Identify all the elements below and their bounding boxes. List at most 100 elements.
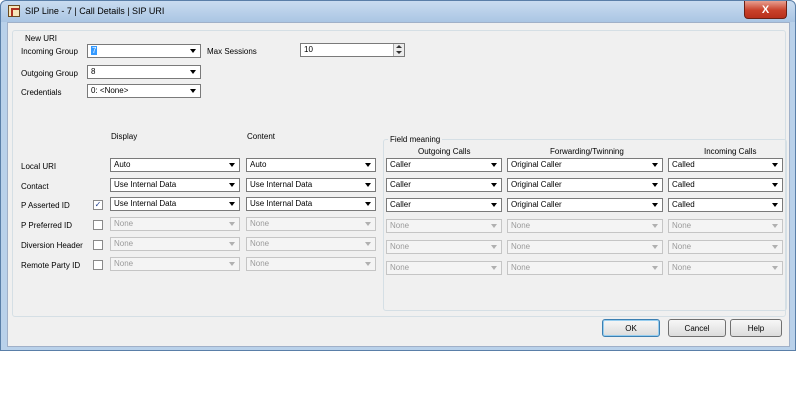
- local-uri-forwarding-select[interactable]: Original Caller: [507, 158, 663, 172]
- diversion-header-forwarding-select[interactable]: None: [507, 240, 663, 254]
- select-value: None: [250, 239, 270, 248]
- p-asserted-id-forwarding-select[interactable]: Original Caller: [507, 198, 663, 212]
- chevron-down-icon: [772, 224, 778, 228]
- select-value: Caller: [390, 180, 411, 189]
- select-value: None: [250, 259, 270, 268]
- select-value: Caller: [390, 160, 411, 169]
- select-value: Called: [672, 180, 695, 189]
- help-button-label: Help: [747, 323, 765, 333]
- p-preferred-id-forwarding-select[interactable]: None: [507, 219, 663, 233]
- remote-party-id-incoming-select[interactable]: None: [668, 261, 783, 275]
- select-value: None: [390, 263, 410, 272]
- contact-forwarding-select[interactable]: Original Caller: [507, 178, 663, 192]
- chevron-down-icon: [772, 203, 778, 207]
- p-asserted-id-incoming-select[interactable]: Called: [668, 198, 783, 212]
- chevron-down-icon: [652, 203, 658, 207]
- row-label-local-uri: Local URI: [21, 162, 57, 171]
- local-uri-display-select[interactable]: Auto: [110, 158, 240, 172]
- outgoing-group-label: Outgoing Group: [21, 69, 78, 78]
- contact-outgoing-select[interactable]: Caller: [386, 178, 502, 192]
- chevron-down-icon: [229, 183, 235, 187]
- p-preferred-id-checkbox[interactable]: [93, 220, 103, 230]
- chevron-down-icon: [491, 224, 497, 228]
- select-value: Use Internal Data: [114, 180, 177, 189]
- select-value: Original Caller: [511, 180, 562, 189]
- p-asserted-id-content-select[interactable]: Use Internal Data: [246, 197, 376, 211]
- new-uri-legend: New URI: [23, 34, 60, 43]
- ok-button-label: OK: [625, 323, 637, 333]
- chevron-down-icon: [365, 183, 371, 187]
- remote-party-id-display-select[interactable]: None: [110, 257, 240, 271]
- max-sessions-label: Max Sessions: [207, 47, 257, 56]
- select-value: Original Caller: [511, 160, 562, 169]
- contact-incoming-select[interactable]: Called: [668, 178, 783, 192]
- cancel-button[interactable]: Cancel: [668, 319, 726, 337]
- remote-party-id-content-select[interactable]: None: [246, 257, 376, 271]
- outgoing-group-value: 8: [91, 67, 96, 76]
- chevron-down-icon: [652, 266, 658, 270]
- p-preferred-id-content-select[interactable]: None: [246, 217, 376, 231]
- p-asserted-id-outgoing-select[interactable]: Caller: [386, 198, 502, 212]
- title-bar[interactable]: SIP Line - 7 | Call Details | SIP URI X: [1, 1, 795, 22]
- select-value: None: [672, 263, 692, 272]
- close-icon: X: [761, 3, 770, 16]
- spin-up-icon[interactable]: [396, 45, 402, 48]
- incoming-group-select[interactable]: 7: [87, 44, 201, 58]
- outgoing-calls-header: Outgoing Calls: [418, 147, 471, 156]
- p-asserted-id-display-select[interactable]: Use Internal Data: [110, 197, 240, 211]
- chevron-down-icon: [190, 70, 196, 74]
- diversion-header-checkbox[interactable]: [93, 240, 103, 250]
- outgoing-group-select[interactable]: 8: [87, 65, 201, 79]
- local-uri-outgoing-select[interactable]: Caller: [386, 158, 502, 172]
- diversion-header-incoming-select[interactable]: None: [668, 240, 783, 254]
- chevron-down-icon: [229, 202, 235, 206]
- select-value: None: [114, 219, 134, 228]
- contact-content-select[interactable]: Use Internal Data: [246, 178, 376, 192]
- select-value: None: [672, 221, 692, 230]
- select-value: None: [114, 259, 134, 268]
- spin-buttons[interactable]: [393, 44, 404, 56]
- help-button[interactable]: Help: [730, 319, 782, 337]
- chevron-down-icon: [652, 245, 658, 249]
- remote-party-id-forwarding-select[interactable]: None: [507, 261, 663, 275]
- remote-party-id-checkbox[interactable]: [93, 260, 103, 270]
- chevron-down-icon: [652, 224, 658, 228]
- p-preferred-id-incoming-select[interactable]: None: [668, 219, 783, 233]
- p-asserted-id-checkbox[interactable]: ✓: [93, 200, 103, 210]
- p-preferred-id-outgoing-select[interactable]: None: [386, 219, 502, 233]
- display-header: Display: [111, 132, 138, 141]
- max-sessions-stepper[interactable]: 10: [300, 43, 405, 57]
- select-value: Called: [672, 160, 695, 169]
- spin-down-icon[interactable]: [396, 51, 402, 54]
- select-value: None: [390, 242, 410, 251]
- close-button[interactable]: X: [744, 1, 787, 19]
- credentials-select[interactable]: 0: <None>: [87, 84, 201, 98]
- diversion-header-display-select[interactable]: None: [110, 237, 240, 251]
- select-value: None: [511, 263, 531, 272]
- diversion-header-outgoing-select[interactable]: None: [386, 240, 502, 254]
- row-label-diversion-header: Diversion Header: [21, 241, 83, 250]
- row-label-p-preferred-id: P Preferred ID: [21, 221, 72, 230]
- chevron-down-icon: [229, 262, 235, 266]
- sip-uri-dialog: SIP Line - 7 | Call Details | SIP URI X …: [0, 0, 796, 351]
- diversion-header-content-select[interactable]: None: [246, 237, 376, 251]
- field-meaning-legend: Field meaning: [388, 135, 443, 144]
- select-value: Called: [672, 200, 695, 209]
- select-value: None: [511, 242, 531, 251]
- select-value: Caller: [390, 200, 411, 209]
- local-uri-incoming-select[interactable]: Called: [668, 158, 783, 172]
- contact-display-select[interactable]: Use Internal Data: [110, 178, 240, 192]
- remote-party-id-outgoing-select[interactable]: None: [386, 261, 502, 275]
- ok-button[interactable]: OK: [602, 319, 660, 337]
- select-value: None: [114, 239, 134, 248]
- chevron-down-icon: [772, 183, 778, 187]
- select-value: Auto: [114, 160, 131, 169]
- p-preferred-id-display-select[interactable]: None: [110, 217, 240, 231]
- select-value: Auto: [250, 160, 267, 169]
- chevron-down-icon: [365, 242, 371, 246]
- select-value: Use Internal Data: [250, 180, 313, 189]
- chevron-down-icon: [772, 163, 778, 167]
- local-uri-content-select[interactable]: Auto: [246, 158, 376, 172]
- credentials-label: Credentials: [21, 88, 62, 97]
- select-value: Use Internal Data: [114, 199, 177, 208]
